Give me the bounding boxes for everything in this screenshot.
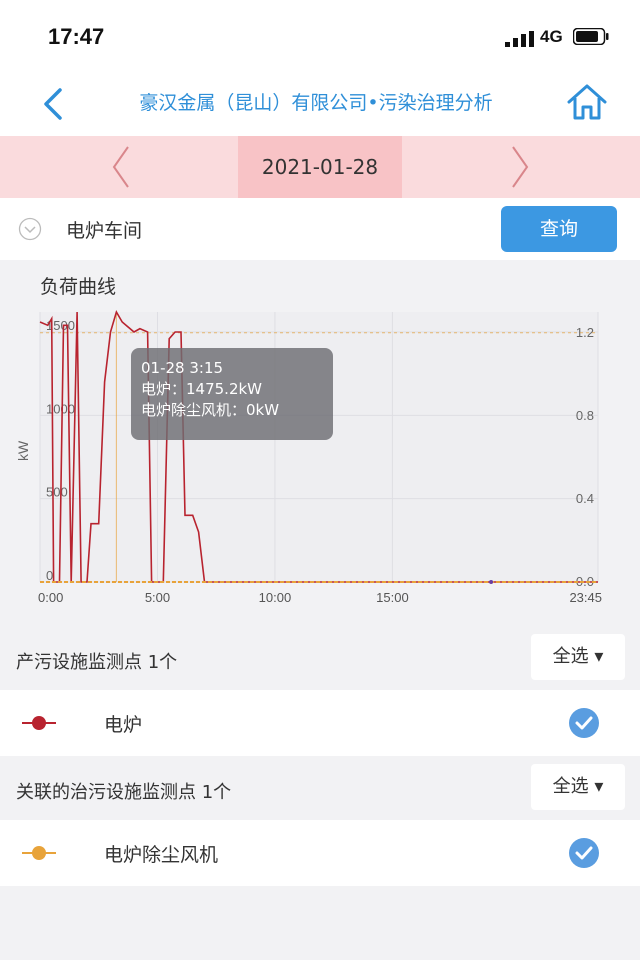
query-button[interactable]: 查询: [501, 206, 617, 252]
back-icon[interactable]: [38, 86, 72, 122]
home-icon[interactable]: [566, 82, 608, 122]
legend-dot: [32, 716, 46, 730]
legend-dot: [32, 846, 46, 860]
chart-svg[interactable]: 0500100015000.00.40.81.20:00 5:00 10:00 15:…: [0, 260, 640, 628]
nav-header: 豪汉金属（昆山）有限公司•污染治理分析: [0, 72, 640, 136]
x-tick-label: 23:45: [569, 590, 602, 605]
load-curve-chart: 0 500 1000 1500 0.0 0.4 0.8 1.2 0:00 5:00 10:00 15:…: [0, 260, 640, 628]
battery-icon: [573, 28, 609, 45]
data-point: [489, 580, 494, 584]
select-all-label: 全选: [552, 646, 589, 667]
y-right-tick-label: 1.2: [576, 325, 594, 340]
y-right-tick-label: 0.8: [576, 408, 594, 423]
chevron-right-icon[interactable]: [505, 144, 535, 190]
chevron-left-icon[interactable]: [106, 144, 136, 190]
y-right-tick-label: 0.4: [576, 491, 594, 506]
chevron-down-icon[interactable]: [18, 217, 42, 241]
x-tick-label: 10:00: [259, 590, 292, 605]
filter-row: 电炉车间 查询: [0, 198, 640, 260]
y-tick-label: 0: [46, 568, 53, 583]
check-icon[interactable]: [569, 708, 599, 738]
page-title: 豪汉金属（昆山）有限公司•污染治理分析: [139, 92, 493, 114]
x-tick-label: 15:00: [376, 590, 409, 605]
signal-icon: [505, 31, 534, 47]
x-tick-label: 5:00: [145, 590, 170, 605]
list-item[interactable]: 电炉除尘风机: [0, 820, 640, 886]
select-all-label: 全选: [552, 776, 589, 797]
select-all-button[interactable]: 全选 ▾: [531, 764, 625, 810]
x-tick-label: 0:00: [38, 590, 63, 605]
network-type: 4G: [540, 27, 563, 46]
tooltip-line2: 电炉除尘风机：0kW: [141, 401, 280, 419]
select-all-button[interactable]: 全选 ▾: [531, 634, 625, 680]
status-time: 17:47: [48, 24, 105, 49]
control-section-header: 关联的治污设施监测点 1个 全选 ▾: [0, 758, 640, 820]
chart-tooltip: 01-28 3:15 电炉：1475.2kW 电炉除尘风机：0kW: [131, 348, 333, 440]
y-tick-label: 1000: [46, 401, 75, 416]
tooltip-time: 01-28 3:15: [141, 359, 224, 377]
tooltip-line1: 电炉：1475.2kW: [141, 380, 263, 398]
list-item[interactable]: 电炉: [0, 690, 640, 756]
y-tick-label: 500: [46, 485, 68, 500]
date-navigator: 2021-01-28: [0, 136, 640, 198]
workshop-selector[interactable]: 电炉车间: [66, 216, 142, 243]
y-axis-label: kW: [15, 440, 31, 461]
check-icon[interactable]: [569, 838, 599, 868]
control-section-label: 关联的治污设施监测点 1个: [16, 782, 232, 803]
polluting-section-label: 产污设施监测点 1个: [16, 652, 178, 673]
status-bar: 17:47 4G: [0, 0, 640, 72]
current-date[interactable]: 2021-01-28: [238, 136, 402, 198]
item-label: 电炉除尘风机: [104, 844, 219, 866]
chart-title: 负荷曲线: [40, 276, 117, 298]
polluting-section-header: 产污设施监测点 1个 全选 ▾: [0, 628, 640, 690]
item-label: 电炉: [104, 714, 143, 736]
